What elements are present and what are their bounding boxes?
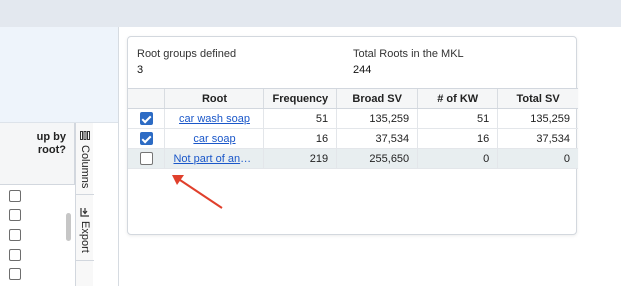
side-tool-panel: Columns Export (75, 123, 94, 286)
table-row: car soap 16 37,534 16 37,534 (128, 128, 578, 149)
total-sv-cell: 0 (497, 148, 578, 169)
kw-count-cell: 51 (417, 108, 498, 129)
row-checkbox[interactable] (139, 132, 153, 145)
broad-sv-cell: 37,534 (336, 128, 418, 149)
root-link[interactable]: car wash soap (179, 113, 250, 125)
left-grid: up by root? Columns Export (0, 123, 94, 286)
group-by-root-column-header[interactable]: up by root? (0, 123, 75, 185)
frequency-cell: 51 (263, 108, 337, 129)
root-table: Root Frequency Broad SV # of KW Total SV… (128, 88, 578, 169)
root-groups-value: 3 (137, 64, 144, 76)
root-summary-card: Root groups defined 3 Total Roots in the… (127, 36, 578, 235)
column-header-kw-count[interactable]: # of KW (417, 88, 498, 109)
top-bar (0, 0, 621, 27)
columns-tab-label: Columns (79, 145, 91, 189)
total-sv-cell: 135,259 (497, 108, 578, 129)
root-groups-label: Root groups defined (137, 48, 237, 60)
column-header-frequency[interactable]: Frequency (263, 88, 337, 109)
table-header-row: Root Frequency Broad SV # of KW Total SV (128, 88, 578, 109)
column-header-total-sv[interactable]: Total SV (497, 88, 578, 109)
root-link[interactable]: Not part of any root (173, 153, 255, 165)
export-tab[interactable]: Export (76, 201, 94, 261)
frequency-cell: 219 (263, 148, 337, 169)
group-by-root-checkbox[interactable] (9, 209, 21, 221)
export-tab-label: Export (79, 221, 91, 253)
grid-scrollbar-thumb[interactable] (66, 213, 71, 241)
select-column-header (128, 88, 165, 109)
total-roots-value: 244 (353, 64, 372, 76)
group-by-root-header-label: up by root? (36, 131, 66, 156)
left-grid-panel: up by root? Columns Export (0, 27, 119, 286)
kw-count-cell: 0 (417, 148, 498, 169)
columns-icon (80, 131, 90, 140)
broad-sv-cell: 255,650 (336, 148, 418, 169)
table-row: Not part of any root 219 255,650 0 0 (128, 148, 578, 169)
root-link[interactable]: car soap (193, 133, 235, 145)
group-by-root-checkbox[interactable] (9, 229, 21, 241)
broad-sv-cell: 135,259 (336, 108, 418, 129)
left-panel-header (0, 27, 118, 123)
columns-tab[interactable]: Columns (76, 123, 94, 195)
kw-count-cell: 16 (417, 128, 498, 149)
group-by-root-checkbox[interactable] (9, 268, 21, 280)
column-header-root[interactable]: Root (164, 88, 264, 109)
group-by-root-checkbox[interactable] (9, 249, 21, 261)
table-row: car wash soap 51 135,259 51 135,259 (128, 108, 578, 129)
total-sv-cell: 37,534 (497, 128, 578, 149)
row-checkbox[interactable] (139, 112, 153, 125)
frequency-cell: 16 (263, 128, 337, 149)
total-roots-label: Total Roots in the MKL (353, 48, 464, 60)
row-checkbox[interactable] (139, 152, 153, 165)
export-icon (80, 208, 89, 217)
group-by-root-checkbox[interactable] (9, 190, 21, 202)
column-header-broad-sv[interactable]: Broad SV (336, 88, 418, 109)
